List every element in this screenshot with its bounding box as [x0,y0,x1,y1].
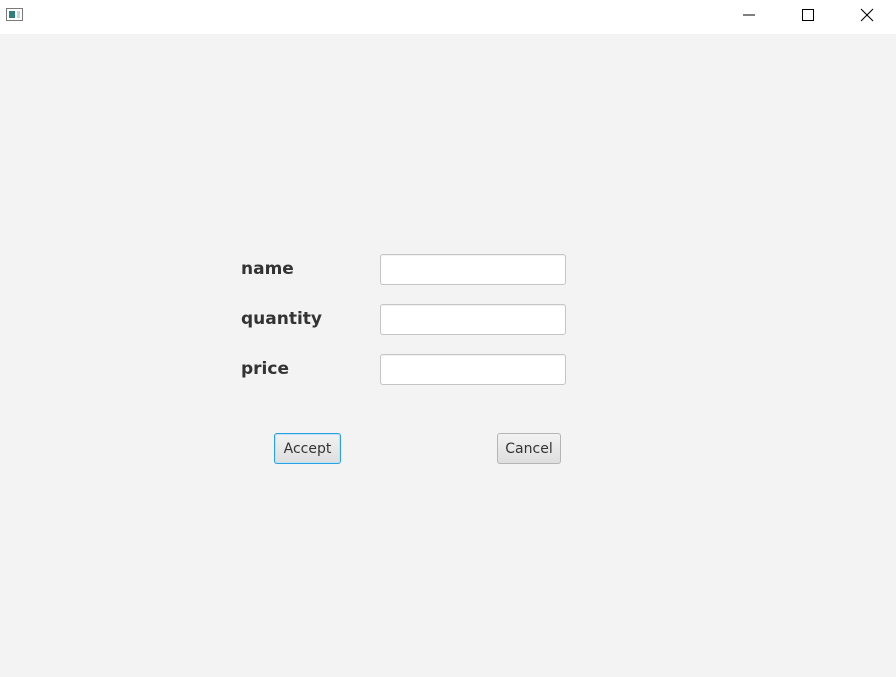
app-icon-pane [9,11,15,18]
minimize-button[interactable] [720,0,778,30]
quantity-label: quantity [241,309,323,329]
minimize-icon [743,14,755,16]
window-app-icon[interactable] [6,8,23,21]
maximize-icon [802,9,814,21]
accept-button[interactable]: Accept [274,433,341,464]
close-button[interactable] [838,0,896,30]
price-label: price [241,359,289,379]
price-input[interactable] [380,354,566,385]
quantity-input[interactable] [380,304,566,335]
app-icon-pane-secondary [17,11,20,18]
app-window: name quantity price Accept Cancel [0,0,896,677]
close-icon [860,8,874,22]
name-input[interactable] [380,254,566,285]
title-bar[interactable] [0,0,896,34]
cancel-button[interactable]: Cancel [497,433,561,464]
maximize-button[interactable] [779,0,837,30]
name-label: name [241,259,294,279]
